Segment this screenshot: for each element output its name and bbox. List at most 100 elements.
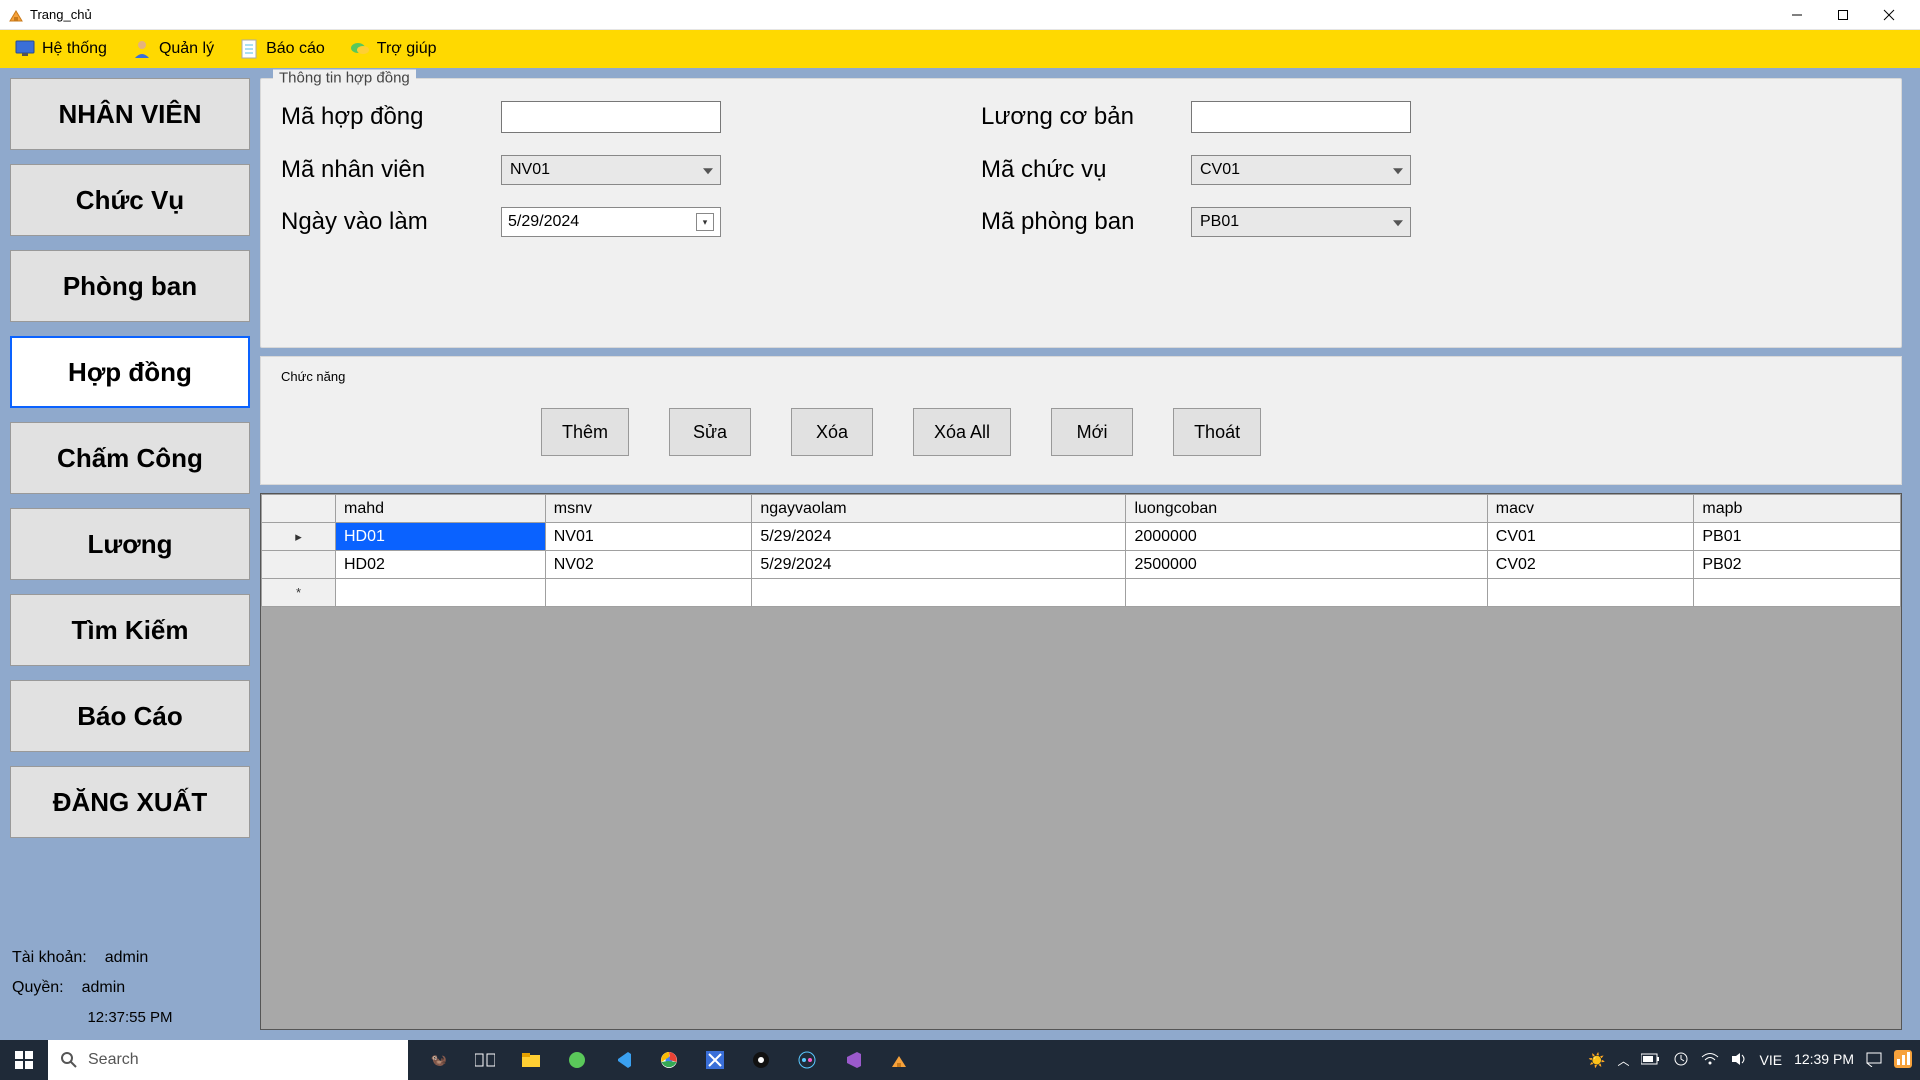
windows-icon: [15, 1051, 33, 1069]
taskbar-explorer[interactable]: [508, 1040, 554, 1080]
menu-hethong[interactable]: Hệ thống: [4, 34, 117, 64]
sidebar-item-luong[interactable]: Lương: [10, 508, 250, 580]
btn-xoa[interactable]: Xóa: [791, 408, 873, 456]
tray-app-icon[interactable]: [1894, 1050, 1912, 1071]
cell[interactable]: PB01: [1694, 523, 1901, 551]
col-header[interactable]: mapb: [1694, 495, 1901, 523]
sidebar-item-label: Tìm Kiếm: [71, 615, 188, 646]
col-header[interactable]: mahd: [336, 495, 546, 523]
search-icon: [60, 1051, 78, 1069]
menu-baocao[interactable]: Báo cáo: [228, 34, 335, 64]
sidebar-item-phongban[interactable]: Phòng ban: [10, 250, 250, 322]
sidebar-item-label: Hợp đồng: [68, 357, 192, 388]
tray-chevron-up-icon[interactable]: ︿: [1617, 1052, 1629, 1069]
taskbar-app-blue[interactable]: [692, 1040, 738, 1080]
taskbar-chrome[interactable]: [646, 1040, 692, 1080]
row-marker: ▸: [262, 523, 336, 551]
taskbar-visualstudio[interactable]: [830, 1040, 876, 1080]
cell[interactable]: 5/29/2024: [752, 523, 1126, 551]
taskbar-vscode[interactable]: [600, 1040, 646, 1080]
function-group: Chức năng Thêm Sửa Xóa Xóa All Mới Thoát: [260, 356, 1902, 485]
sidebar-item-label: Chức Vụ: [76, 185, 184, 216]
datagrid[interactable]: mahdmsnvngayvaolamluongcobanmacvmapb▸HD0…: [260, 493, 1902, 1030]
cell[interactable]: HD02: [336, 551, 546, 579]
sidebar-item-dangxuat[interactable]: ĐĂNG XUẤT: [10, 766, 250, 838]
btn-xoaall[interactable]: Xóa All: [913, 408, 1011, 456]
btn-thoat[interactable]: Thoát: [1173, 408, 1261, 456]
select-macv[interactable]: [1191, 155, 1411, 185]
label-ngay: Ngày vào làm: [281, 208, 501, 236]
table-row[interactable]: *: [262, 579, 1901, 607]
menu-label: Báo cáo: [266, 40, 325, 58]
input-luong[interactable]: [1191, 101, 1411, 133]
btn-them[interactable]: Thêm: [541, 408, 629, 456]
account-value: admin: [105, 943, 149, 973]
menu-trogiup[interactable]: Trợ giúp: [339, 34, 447, 64]
cell[interactable]: [336, 579, 546, 607]
table-row[interactable]: HD02NV025/29/20242500000CV02PB02: [262, 551, 1901, 579]
taskbar-copilot[interactable]: [784, 1040, 830, 1080]
cell[interactable]: 2000000: [1126, 523, 1487, 551]
sidebar-item-timkiem[interactable]: Tìm Kiếm: [10, 594, 250, 666]
sidebar: NHÂN VIÊN Chức Vụ Phòng ban Hợp đồng Chấ…: [0, 68, 260, 1040]
cell[interactable]: NV02: [545, 551, 752, 579]
input-mahd[interactable]: [501, 101, 721, 133]
cell[interactable]: 5/29/2024: [752, 551, 1126, 579]
cell[interactable]: HD01: [336, 523, 546, 551]
cell[interactable]: 2500000: [1126, 551, 1487, 579]
label-luong: Lương cơ bản: [981, 103, 1191, 131]
cell[interactable]: NV01: [545, 523, 752, 551]
tray-wifi-icon[interactable]: [1701, 1052, 1719, 1069]
tray-volume-icon[interactable]: [1731, 1052, 1747, 1069]
cell[interactable]: [1126, 579, 1487, 607]
maximize-button[interactable]: [1820, 0, 1866, 30]
label-manv: Mã nhân viên: [281, 156, 501, 184]
col-header[interactable]: luongcoban: [1126, 495, 1487, 523]
col-header[interactable]: macv: [1487, 495, 1694, 523]
select-mapb[interactable]: [1191, 207, 1411, 237]
tray-notifications-icon[interactable]: [1866, 1051, 1882, 1070]
tray-weather-icon[interactable]: ☀️: [1588, 1052, 1605, 1069]
cell[interactable]: [545, 579, 752, 607]
cell[interactable]: [752, 579, 1126, 607]
person-icon: [131, 38, 153, 60]
cell[interactable]: [1487, 579, 1694, 607]
cell[interactable]: CV01: [1487, 523, 1694, 551]
datepicker-ngay[interactable]: 5/29/2024 ▾: [501, 207, 721, 237]
cell[interactable]: [1694, 579, 1901, 607]
row-marker: [262, 551, 336, 579]
sidebar-item-chucvu[interactable]: Chức Vụ: [10, 164, 250, 236]
btn-moi[interactable]: Mới: [1051, 408, 1133, 456]
close-button[interactable]: [1866, 0, 1912, 30]
tray-language[interactable]: VIE: [1759, 1052, 1782, 1068]
cell[interactable]: PB02: [1694, 551, 1901, 579]
minimize-button[interactable]: [1774, 0, 1820, 30]
tray-clock[interactable]: 12:39 PM: [1794, 1052, 1854, 1067]
menu-label: Trợ giúp: [377, 40, 437, 58]
sidebar-item-label: NHÂN VIÊN: [58, 99, 201, 130]
taskbar-app-otter[interactable]: 🦦: [416, 1040, 462, 1080]
cell[interactable]: CV02: [1487, 551, 1694, 579]
select-manv[interactable]: [501, 155, 721, 185]
calendar-icon[interactable]: ▾: [696, 213, 714, 231]
sidebar-item-chamcong[interactable]: Chấm Công: [10, 422, 250, 494]
sidebar-item-nhanvien[interactable]: NHÂN VIÊN: [10, 78, 250, 150]
tray-updates-icon[interactable]: [1673, 1051, 1689, 1070]
tray-battery-icon[interactable]: [1641, 1052, 1661, 1068]
sidebar-item-baocao[interactable]: Báo Cáo: [10, 680, 250, 752]
taskbar-search[interactable]: Search: [48, 1040, 408, 1080]
monitor-icon: [14, 38, 36, 60]
taskbar-current-app[interactable]: [876, 1040, 922, 1080]
taskbar-app-green[interactable]: [554, 1040, 600, 1080]
table-row[interactable]: ▸HD01NV015/29/20242000000CV01PB01: [262, 523, 1901, 551]
start-button[interactable]: [0, 1040, 48, 1080]
sidebar-item-hopdong[interactable]: Hợp đồng: [10, 336, 250, 408]
account-label: Tài khoản:: [12, 943, 87, 973]
taskbar-app-circle[interactable]: [738, 1040, 784, 1080]
menu-quanly[interactable]: Quản lý: [121, 34, 224, 64]
col-header[interactable]: ngayvaolam: [752, 495, 1126, 523]
btn-sua[interactable]: Sửa: [669, 408, 751, 456]
col-header[interactable]: msnv: [545, 495, 752, 523]
menubar: Hệ thống Quản lý Báo cáo Trợ giúp: [0, 30, 1920, 68]
taskbar-taskview[interactable]: [462, 1040, 508, 1080]
